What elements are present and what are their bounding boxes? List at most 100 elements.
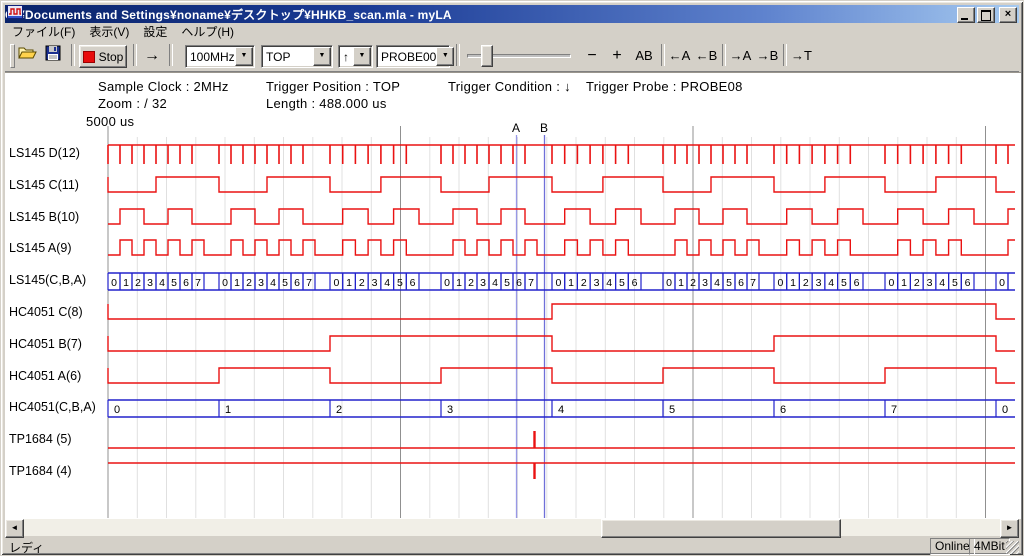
- scroll-left-icon: ◄: [11, 523, 19, 532]
- resize-grip[interactable]: [1006, 541, 1019, 554]
- set-cursor-a-button[interactable]: →A: [728, 45, 753, 66]
- save-file-button[interactable]: [45, 45, 67, 66]
- toolbar-grip[interactable]: [10, 44, 15, 68]
- svg-text:6: 6: [965, 277, 971, 289]
- svg-text:7: 7: [891, 404, 897, 416]
- toolbar-separator: [722, 44, 726, 66]
- svg-text:0: 0: [888, 277, 894, 289]
- svg-text:2: 2: [246, 277, 252, 289]
- svg-text:0: 0: [777, 277, 783, 289]
- svg-text:1: 1: [568, 277, 574, 289]
- svg-text:6: 6: [854, 277, 860, 289]
- run-button[interactable]: →: [139, 45, 165, 66]
- svg-text:5: 5: [504, 277, 510, 289]
- svg-text:1: 1: [678, 277, 684, 289]
- run-arrow-icon: →: [144, 47, 160, 65]
- zoom-in-button[interactable]: +: [606, 45, 628, 66]
- menu-settings[interactable]: 設定: [136, 22, 174, 41]
- svg-text:2: 2: [336, 404, 342, 416]
- stop-icon: [83, 51, 95, 63]
- zoom-out-button[interactable]: −: [581, 45, 603, 66]
- zoom-ab-button[interactable]: AB: [631, 45, 657, 66]
- scroll-left-button[interactable]: ◄: [5, 519, 24, 538]
- svg-text:4: 4: [828, 277, 834, 289]
- scrollbar-thumb[interactable]: [601, 519, 841, 538]
- horizontal-scrollbar[interactable]: ◄ ►: [5, 519, 1019, 536]
- zoom-slider[interactable]: [467, 44, 571, 67]
- svg-text:0: 0: [114, 404, 120, 416]
- trigger-edge-combo[interactable]: ↑ ▼: [338, 45, 373, 68]
- goto-cursor-b-button[interactable]: ←B: [694, 45, 719, 66]
- svg-text:4: 4: [939, 277, 945, 289]
- toolbar-separator: [133, 44, 137, 66]
- menu-file[interactable]: ファイル(F): [5, 22, 82, 41]
- status-bar: レディ Online 4MBit: [5, 538, 1019, 554]
- toolbar-separator: [661, 44, 665, 66]
- svg-text:6: 6: [183, 277, 189, 289]
- svg-text:0: 0: [666, 277, 672, 289]
- svg-text:4: 4: [270, 277, 276, 289]
- set-cursor-b-button[interactable]: →B: [755, 45, 780, 66]
- svg-text:6: 6: [410, 277, 416, 289]
- svg-text:3: 3: [258, 277, 264, 289]
- menu-help[interactable]: ヘルプ(H): [174, 22, 241, 41]
- close-icon: ×: [1005, 8, 1011, 20]
- svg-text:5: 5: [669, 404, 675, 416]
- dropdown-arrow-icon[interactable]: ▼: [353, 47, 371, 66]
- goto-cursor-a-button[interactable]: ←A: [667, 45, 692, 66]
- status-ready-text: レディ: [9, 539, 44, 556]
- svg-text:3: 3: [702, 277, 708, 289]
- zoom-ab-label: AB: [635, 48, 652, 63]
- svg-text:2: 2: [468, 277, 474, 289]
- svg-text:4: 4: [384, 277, 390, 289]
- svg-text:1: 1: [456, 277, 462, 289]
- svg-text:0: 0: [1002, 404, 1008, 416]
- trigger-edge-value: ↑: [339, 50, 353, 64]
- svg-text:7: 7: [195, 277, 201, 289]
- floppy-disk-icon: [45, 45, 61, 61]
- maximize-button[interactable]: [977, 7, 995, 23]
- trace-ls145-a: [108, 240, 1015, 255]
- trigger-probe-value: PROBE00: [377, 50, 436, 64]
- svg-text:4: 4: [492, 277, 498, 289]
- svg-text:4: 4: [558, 404, 564, 416]
- svg-text:0: 0: [444, 277, 450, 289]
- svg-text:6: 6: [294, 277, 300, 289]
- dropdown-arrow-icon[interactable]: ▼: [436, 47, 454, 66]
- svg-text:3: 3: [594, 277, 600, 289]
- sample-clock-value: 100MHz: [186, 50, 235, 64]
- status-memory-badge: 4MBit: [969, 538, 1010, 555]
- maximize-icon: [981, 10, 991, 21]
- trigger-position-combo[interactable]: TOP ▼: [261, 45, 333, 68]
- trace-ls145-b: [108, 209, 1015, 224]
- toolbar-separator: [71, 44, 75, 66]
- close-button[interactable]: ×: [999, 7, 1017, 23]
- svg-text:1: 1: [123, 277, 129, 289]
- svg-text:2: 2: [690, 277, 696, 289]
- svg-text:5: 5: [952, 277, 958, 289]
- menu-view[interactable]: 表示(V): [82, 22, 136, 41]
- zoom-slider-thumb[interactable]: [481, 45, 493, 67]
- set-b-label: →B: [757, 48, 779, 63]
- stop-label: Stop: [99, 50, 124, 64]
- svg-text:4: 4: [159, 277, 165, 289]
- menu-bar: ファイル(F) 表示(V) 設定 ヘルプ(H): [5, 23, 1019, 40]
- svg-text:6: 6: [780, 404, 786, 416]
- title-bar[interactable]: C:¥Documents and Settings¥noname¥デスクトップ¥…: [5, 5, 1019, 23]
- svg-text:2: 2: [135, 277, 141, 289]
- goto-trigger-button[interactable]: →T: [789, 45, 814, 66]
- svg-text:1: 1: [901, 277, 907, 289]
- open-file-button[interactable]: [18, 45, 40, 66]
- dropdown-arrow-icon[interactable]: ▼: [235, 47, 253, 66]
- waveform-plot: 0123456701234567012345601234567012345601…: [5, 73, 1017, 519]
- minimize-button[interactable]: [957, 7, 975, 23]
- svg-text:6: 6: [738, 277, 744, 289]
- stop-button[interactable]: Stop: [79, 45, 127, 68]
- dropdown-arrow-icon[interactable]: ▼: [313, 47, 331, 66]
- scroll-right-button[interactable]: ►: [1000, 519, 1019, 538]
- svg-text:4: 4: [606, 277, 612, 289]
- trigger-probe-combo[interactable]: PROBE00 ▼: [376, 45, 450, 68]
- sample-clock-combo[interactable]: 100MHz ▼: [185, 45, 255, 68]
- zoom-out-label: −: [587, 47, 596, 65]
- toolbar: Stop → 100MHz ▼ TOP ▼ ↑ ▼ PROBE00 ▼ − +: [5, 40, 1019, 72]
